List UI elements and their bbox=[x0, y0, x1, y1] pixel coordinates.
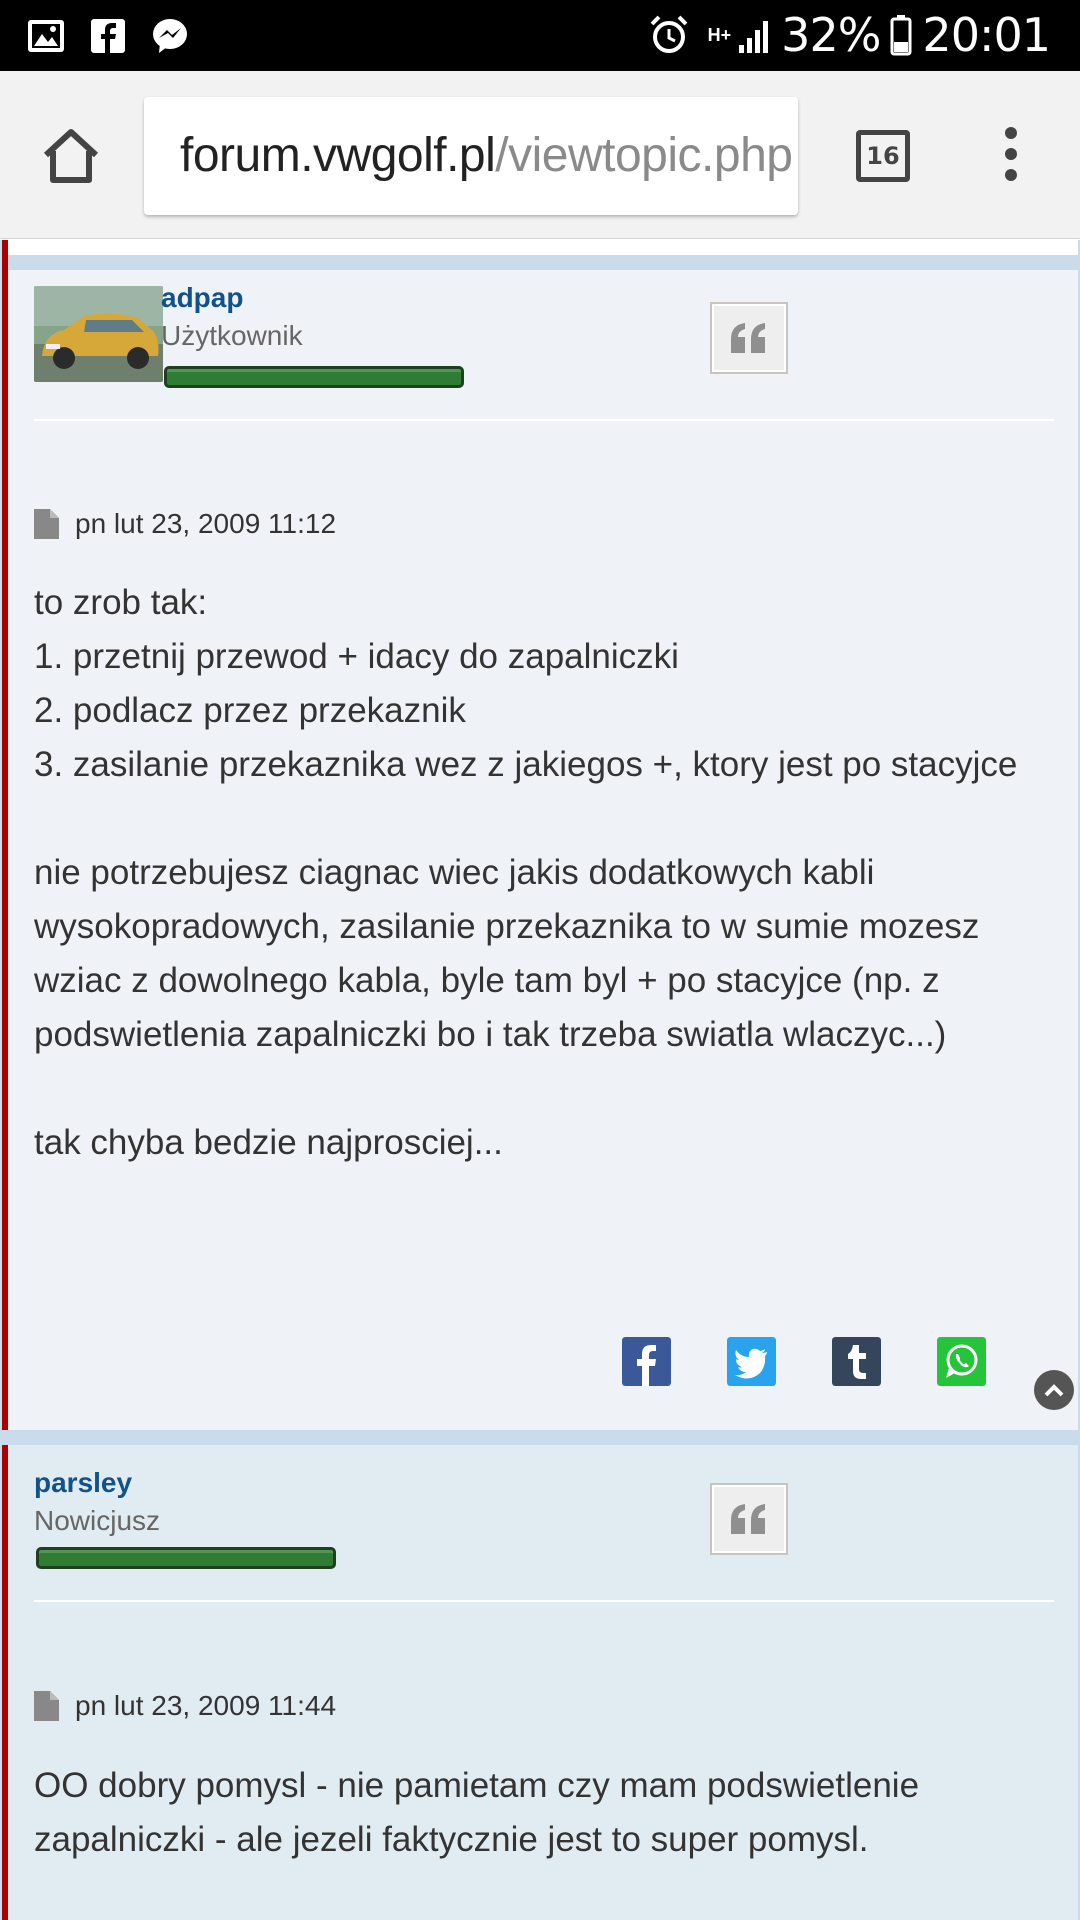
browser-toolbar: forum.vwgolf.pl/viewtopic.php 16 bbox=[0, 71, 1080, 239]
tumblr-icon[interactable] bbox=[832, 1337, 881, 1386]
post-separator bbox=[8, 240, 1078, 270]
avatar[interactable] bbox=[34, 286, 163, 382]
post-author-username[interactable]: parsley bbox=[34, 1467, 132, 1499]
post-text-line: nie potrzebujesz ciagnac wiec jakis doda… bbox=[34, 853, 980, 1054]
post-text-line: to zrob tak: bbox=[34, 583, 208, 622]
post-text-line: 2. podlacz przez przekaznik bbox=[34, 691, 466, 730]
twitter-icon[interactable] bbox=[727, 1337, 776, 1386]
quote-icon bbox=[731, 323, 765, 353]
rank-progress-bar bbox=[164, 366, 464, 388]
post-text-line: 3. zasilanie przekaznika wez z jakiegos … bbox=[34, 745, 1018, 784]
chevron-up-icon bbox=[1044, 1384, 1064, 1397]
tab-switcher-button[interactable]: 16 bbox=[856, 130, 910, 182]
post-author-rank: Nowicjusz bbox=[34, 1505, 161, 1536]
back-to-top-button[interactable] bbox=[1034, 1370, 1074, 1410]
overflow-menu-icon[interactable] bbox=[1000, 127, 1022, 187]
rank-progress-bar bbox=[36, 1547, 336, 1569]
post-header-divider bbox=[34, 419, 1054, 421]
quote-icon bbox=[731, 1504, 765, 1534]
post-date: pn lut 23, 2009 11:12 bbox=[75, 508, 337, 539]
quote-button[interactable] bbox=[710, 1483, 788, 1555]
post: adpap Użytkownik pn lut 23, 2009 11:12 t… bbox=[2, 240, 1078, 1430]
post-date-row: pn lut 23, 2009 11:12 bbox=[34, 508, 336, 540]
signal-strength-icon bbox=[739, 21, 769, 53]
post-author-username[interactable]: adpap bbox=[161, 282, 243, 314]
quote-button[interactable] bbox=[710, 302, 788, 374]
messenger-notification-icon bbox=[153, 19, 187, 53]
post-body: OO dobry pomysl - nie pamietam czy mam p… bbox=[34, 1759, 1034, 1867]
post-text-line: OO dobry pomysl - nie pamietam czy mam p… bbox=[34, 1766, 920, 1859]
url-domain: forum.vwgolf.pl bbox=[180, 129, 496, 182]
post-text-line: 1. przetnij przewod + idacy do zapalnicz… bbox=[34, 637, 679, 676]
post-author-rank: Użytkownik bbox=[161, 320, 303, 351]
post-link-icon[interactable] bbox=[34, 1691, 59, 1721]
battery-icon bbox=[890, 15, 912, 56]
post: parsley Nowicjusz pn lut 23, 2009 11:44 … bbox=[2, 1445, 1078, 1920]
address-bar[interactable]: forum.vwgolf.pl/viewtopic.php bbox=[144, 97, 798, 215]
alarm-icon bbox=[650, 15, 688, 53]
home-icon[interactable] bbox=[40, 127, 102, 185]
post-date-row: pn lut 23, 2009 11:44 bbox=[34, 1690, 336, 1722]
post-body: to zrob tak: 1. przetnij przewod + idacy… bbox=[34, 576, 1034, 1170]
gallery-notification-icon bbox=[28, 20, 64, 52]
whatsapp-icon[interactable] bbox=[937, 1337, 986, 1386]
post-link-icon[interactable] bbox=[34, 509, 59, 539]
topic-content: adpap Użytkownik pn lut 23, 2009 11:12 t… bbox=[0, 240, 1080, 1920]
share-buttons bbox=[622, 1337, 986, 1386]
post-header-divider bbox=[34, 1600, 1054, 1602]
post-date: pn lut 23, 2009 11:44 bbox=[75, 1690, 337, 1721]
status-bar: H+ 32% 20:01 bbox=[0, 0, 1080, 71]
facebook-icon[interactable] bbox=[622, 1337, 671, 1386]
network-type-label: H+ bbox=[707, 24, 732, 45]
url-path: /viewtopic.php bbox=[495, 129, 793, 182]
clock: 20:01 bbox=[922, 8, 1051, 62]
facebook-notification-icon bbox=[91, 19, 125, 53]
post-text-line: tak chyba bedzie najprosciej... bbox=[34, 1123, 503, 1162]
battery-percent: 32% bbox=[781, 8, 881, 62]
